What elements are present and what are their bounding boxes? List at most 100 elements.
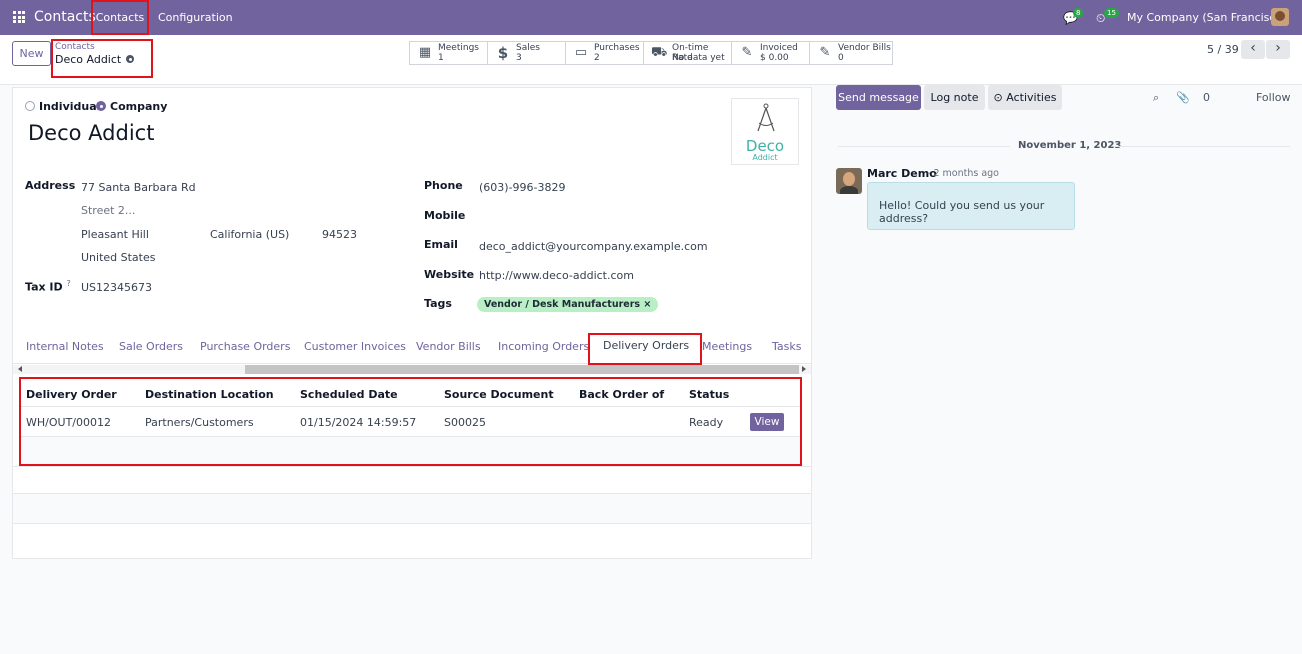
cell-scheduled-date: 01/15/2024 14:59:57 [300, 416, 417, 429]
tab-tasks[interactable]: Tasks [772, 340, 801, 353]
email-field[interactable]: deco_addict@yourcompany.example.com [479, 240, 708, 253]
radio-individual[interactable]: Individual [25, 100, 100, 113]
tag-badge: Vendor / Desk Manufacturers × [477, 297, 659, 312]
phone-label: Phone [424, 179, 463, 192]
menu-contacts[interactable]: Contacts [91, 0, 149, 35]
paperclip-icon[interactable]: 📎 [1176, 91, 1190, 104]
country-field[interactable]: United States [81, 251, 156, 264]
column-header[interactable]: Back Order of [579, 388, 664, 401]
menu-configuration[interactable]: Configuration [158, 11, 233, 24]
truck-icon: ⛟ [651, 45, 668, 60]
chevron-right-icon[interactable]: › [1266, 40, 1290, 59]
stat-button-meetings[interactable]: ▦ Meetings 1 [409, 41, 488, 65]
address-label: Address [25, 179, 76, 192]
stat-button-ontime-rate[interactable]: ⛟ On-time Rate No data yet [643, 41, 732, 65]
tax-id-field[interactable]: US12345673 [81, 281, 152, 294]
tab-purchase-orders[interactable]: Purchase Orders [200, 340, 290, 353]
stat-label: Vendor Bills [838, 43, 891, 53]
horizontal-scrollbar[interactable] [13, 365, 811, 374]
tab-customer-invoices[interactable]: Customer Invoices [304, 340, 406, 353]
radio-circle [25, 101, 35, 111]
empty-row [13, 494, 811, 523]
row-divider [13, 466, 811, 467]
column-header[interactable]: Scheduled Date [300, 388, 398, 401]
tab-delivery-orders[interactable]: Delivery Orders [588, 333, 703, 365]
view-button[interactable]: View [750, 413, 784, 431]
website-field[interactable]: http://www.deco-addict.com [479, 269, 634, 282]
stat-label: Purchases [594, 43, 640, 53]
column-header[interactable]: Delivery Order [26, 388, 117, 401]
app-brand[interactable]: Contacts [34, 9, 96, 25]
stat-button-vendor-bills[interactable]: ✎ Vendor Bills 0 [809, 41, 893, 65]
state-field[interactable]: California (US) [210, 228, 289, 241]
company-switcher[interactable]: My Company (San Francisco) [1127, 11, 1286, 24]
send-message-button[interactable]: Send message [836, 85, 921, 110]
avatar[interactable] [836, 168, 862, 194]
column-header[interactable]: Source Document [444, 388, 554, 401]
pager-value[interactable]: 5 / 39 [1207, 43, 1239, 56]
breadcrumb-parent[interactable]: Contacts [55, 42, 151, 52]
log-note-button[interactable]: Log note [924, 85, 985, 110]
tab-vendor-bills[interactable]: Vendor Bills [416, 340, 481, 353]
follow-button[interactable]: Follow [1256, 91, 1291, 104]
partner-name-field[interactable]: Deco Addict [28, 121, 154, 145]
row-divider [13, 523, 811, 524]
activities-button[interactable]: ⊙ Activities [988, 85, 1062, 110]
radio-label: Individual [39, 100, 101, 113]
tab-sale-orders[interactable]: Sale Orders [119, 340, 183, 353]
tab-meetings[interactable]: Meetings [702, 340, 752, 353]
city-field[interactable]: Pleasant Hill [81, 228, 149, 241]
messages-badge: 8 [1073, 8, 1084, 18]
phone-field[interactable]: (603)-996-3829 [479, 181, 566, 194]
scroll-left-icon[interactable] [18, 366, 22, 372]
new-button[interactable]: New [12, 41, 51, 66]
partner-logo[interactable]: Deco Addict [731, 98, 799, 165]
date-separator-label: November 1, 2023 [1018, 140, 1122, 151]
cell-delivery-order: WH/OUT/00012 [26, 416, 111, 429]
edit-icon: ✎ [741, 45, 753, 60]
column-header[interactable]: Destination Location [145, 388, 274, 401]
tax-id-label-text: Tax ID [25, 280, 63, 294]
street-field[interactable]: 77 Santa Barbara Rd [81, 181, 196, 194]
stat-value: 3 [516, 53, 522, 63]
delivery-orders-table: Delivery Order Destination Location Sche… [19, 377, 802, 466]
stat-value: No data yet [672, 53, 725, 63]
zip-field[interactable]: 94523 [322, 228, 357, 241]
stat-value: 0 [838, 53, 844, 63]
user-avatar[interactable] [1271, 8, 1289, 26]
column-header[interactable]: Status [689, 388, 729, 401]
date-separator: November 1, 2023 [838, 139, 1290, 153]
message-time: - 2 months ago [927, 168, 999, 179]
breadcrumb: Contacts Deco Addict [51, 39, 153, 78]
gear-icon[interactable] [126, 55, 135, 63]
scrollbar-thumb[interactable] [245, 365, 799, 374]
scroll-right-icon[interactable] [802, 366, 806, 372]
control-panel: New Contacts Deco Addict ▦ Meetings 1 $ … [0, 35, 1302, 85]
stat-button-purchases[interactable]: ▭ Purchases 2 [565, 41, 644, 65]
notebook-tabs: Internal Notes Sale Orders Purchase Orde… [13, 331, 811, 365]
stat-button-invoiced[interactable]: ✎ Invoiced $ 0.00 [731, 41, 810, 65]
tax-id-label: Tax ID ? [25, 279, 71, 294]
empty-row [21, 437, 800, 464]
tag-label: Vendor / Desk Manufacturers [484, 299, 641, 310]
row-divider [21, 406, 800, 407]
help-tooltip-icon[interactable]: ? [67, 279, 71, 288]
mobile-field[interactable] [479, 209, 799, 223]
apps-menu-icon[interactable] [13, 11, 25, 23]
clock-icon: ⊙ [993, 91, 1003, 104]
email-label: Email [424, 238, 458, 251]
top-navbar: Contacts Contacts Configuration 💬 8 ⏲ 15… [0, 0, 1302, 35]
tab-internal-notes[interactable]: Internal Notes [26, 340, 104, 353]
chevron-left-icon[interactable]: ‹ [1241, 40, 1265, 59]
attachments-count[interactable]: 0 [1203, 91, 1210, 104]
mobile-label: Mobile [424, 209, 466, 222]
stat-button-sales[interactable]: $ Sales 3 [487, 41, 566, 65]
radio-label: Company [110, 100, 168, 113]
radio-company[interactable]: Company [96, 100, 167, 113]
street2-field[interactable]: Street 2... [81, 204, 135, 217]
breadcrumb-current: Deco Addict [55, 53, 122, 66]
activities-badge: 15 [1104, 8, 1119, 18]
tab-incoming-orders[interactable]: Incoming Orders [498, 340, 589, 353]
tag-remove-icon[interactable]: × [643, 299, 651, 310]
search-icon[interactable]: ⌕ [1153, 91, 1159, 105]
